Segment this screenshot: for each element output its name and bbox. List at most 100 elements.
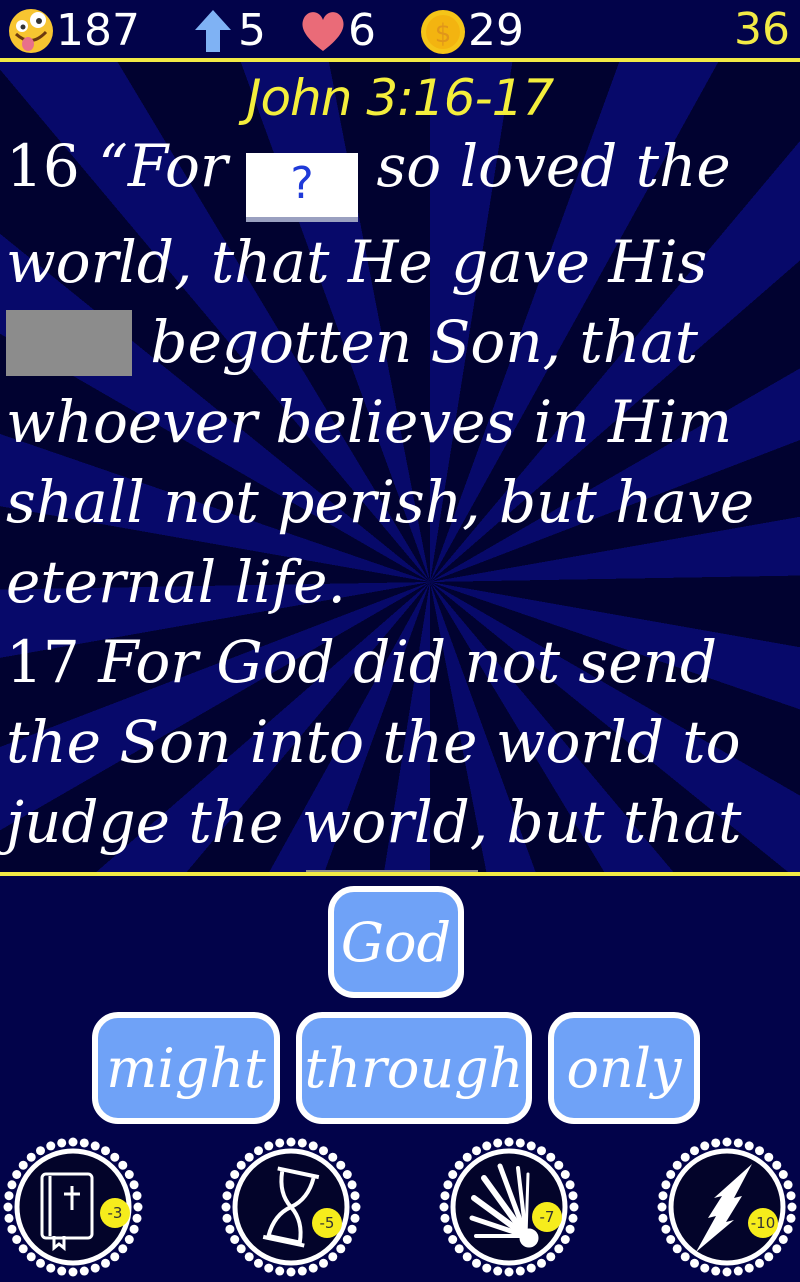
ring-dot xyxy=(264,1141,274,1151)
lives-stat: 6 xyxy=(298,6,376,56)
ring-dot xyxy=(342,1235,352,1244)
ring-dot xyxy=(118,1244,128,1254)
ring-dot xyxy=(537,1146,546,1156)
ring-dot xyxy=(319,1146,328,1156)
ring-dot xyxy=(568,1191,578,1201)
powerup-bible-button[interactable]: -3 xyxy=(2,1136,144,1278)
powerup-bar: -3 -5 -7 -10 xyxy=(0,1132,800,1280)
ring-dot xyxy=(658,1191,668,1201)
ring-dot xyxy=(733,1266,743,1276)
ring-dot xyxy=(440,1191,450,1201)
ring-dot xyxy=(3,1202,13,1212)
ring-dot xyxy=(286,1137,296,1147)
ring-dot xyxy=(264,1263,274,1273)
coins-stat: $ 29 xyxy=(418,6,524,56)
ring-dot xyxy=(308,1141,318,1151)
powerup-lightning-button[interactable]: -10 xyxy=(656,1136,798,1278)
ring-dot xyxy=(690,1146,699,1156)
ring-dot xyxy=(690,1258,699,1268)
ring-dot xyxy=(222,1191,232,1201)
ring-dot xyxy=(462,1152,472,1162)
ring-dot xyxy=(454,1244,464,1254)
ring-dot xyxy=(46,1263,56,1273)
ring-dot xyxy=(722,1137,732,1147)
ring-dot xyxy=(744,1263,754,1273)
ring-dot xyxy=(439,1202,449,1212)
choice-button-through[interactable]: through xyxy=(296,1012,532,1124)
ring-dot xyxy=(454,1160,464,1170)
ring-dot xyxy=(462,1252,472,1262)
ring-dot xyxy=(772,1244,782,1254)
ring-dot xyxy=(554,1160,564,1170)
ring-dot xyxy=(778,1235,788,1244)
heart-icon xyxy=(298,6,348,56)
powerup-hourglass-button[interactable]: -5 xyxy=(220,1136,362,1278)
ring-dot xyxy=(666,1170,676,1179)
ring-dot xyxy=(443,1224,453,1234)
ring-dot xyxy=(79,1266,89,1276)
ring-dot xyxy=(57,1266,67,1276)
choice-button-only[interactable]: only xyxy=(548,1012,700,1124)
ring-dot xyxy=(26,1152,36,1162)
ring-dot xyxy=(711,1266,721,1276)
ring-dot xyxy=(319,1258,328,1268)
ring-dot xyxy=(672,1244,682,1254)
ring-dot xyxy=(680,1152,690,1162)
ring-dot xyxy=(26,1252,36,1262)
ring-dot xyxy=(336,1160,346,1170)
ring-dot xyxy=(504,1137,514,1147)
active-blank[interactable]: ? xyxy=(246,153,359,222)
ring-dot xyxy=(132,1213,142,1223)
ring-dot xyxy=(347,1224,357,1234)
ring-dot xyxy=(275,1138,285,1148)
ring-dot xyxy=(68,1137,78,1147)
ring-dot xyxy=(350,1213,360,1223)
ring-dot xyxy=(786,1213,796,1223)
ring-dot xyxy=(565,1224,575,1234)
ring-dot xyxy=(515,1138,525,1148)
choice-button-god[interactable]: God xyxy=(328,886,464,998)
verse-text-segment: For God did not send the Son into the wo… xyxy=(6,628,742,874)
ring-dot xyxy=(526,1263,536,1273)
hidden-word-blank[interactable] xyxy=(6,310,132,376)
ring-dot xyxy=(4,1213,14,1223)
powerup-explosion-button[interactable]: -7 xyxy=(438,1136,580,1278)
ring-dot xyxy=(700,1263,710,1273)
ring-dot xyxy=(221,1202,231,1212)
ring-dot xyxy=(222,1213,232,1223)
ring-dot xyxy=(482,1141,492,1151)
ring-dot xyxy=(440,1213,450,1223)
ring-dot xyxy=(448,1235,458,1244)
ring-dot xyxy=(124,1235,134,1244)
ring-dot xyxy=(755,1258,764,1268)
ring-dot xyxy=(733,1138,743,1148)
ring-dot xyxy=(700,1141,710,1151)
powerup-cost-badge: -5 xyxy=(312,1208,342,1238)
ring-dot xyxy=(79,1138,89,1148)
ring-dot xyxy=(244,1252,254,1262)
explosion-icon xyxy=(469,1163,539,1248)
ring-dot xyxy=(101,1258,110,1268)
ring-dot xyxy=(132,1191,142,1201)
ring-dot xyxy=(493,1138,503,1148)
coin-icon: $ xyxy=(418,6,468,56)
ring-dot xyxy=(472,1258,481,1268)
ring-dot xyxy=(225,1224,235,1234)
ring-dot xyxy=(537,1258,546,1268)
ring-dot xyxy=(569,1202,579,1212)
ring-dot xyxy=(351,1202,361,1212)
ring-dot xyxy=(46,1141,56,1151)
ring-dot xyxy=(244,1152,254,1162)
ring-dot xyxy=(347,1180,357,1190)
ring-dot xyxy=(568,1213,578,1223)
lives-value: 6 xyxy=(348,5,376,56)
ring-dot xyxy=(129,1180,139,1190)
ring-dot xyxy=(236,1160,246,1170)
ring-dot xyxy=(36,1146,45,1156)
verse-reference: John 3:16-17 xyxy=(246,69,555,127)
ring-dot xyxy=(472,1146,481,1156)
ring-dot xyxy=(560,1170,570,1179)
ring-dot xyxy=(744,1141,754,1151)
word-choices: God might through only xyxy=(0,876,800,1136)
choice-button-might[interactable]: might xyxy=(92,1012,280,1124)
